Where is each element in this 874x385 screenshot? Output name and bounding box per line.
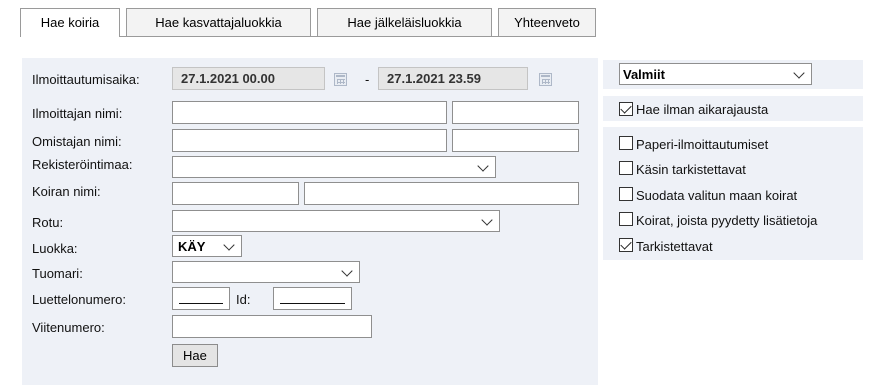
id-input[interactable]: [273, 287, 352, 310]
calendar-icon[interactable]: [334, 73, 347, 86]
ilmoittajan-nimi-label: Ilmoittajan nimi:: [32, 106, 123, 121]
tarkistettavat-label: Tarkistettavat: [636, 239, 713, 254]
status-select-value: Valmiit: [623, 67, 665, 82]
tab-hae-jalkelaisluokkia[interactable]: Hae jälkeläisluokkia: [317, 8, 492, 36]
calendar-icon[interactable]: [539, 73, 552, 86]
tab-yhteenveto[interactable]: Yhteenveto: [498, 8, 596, 36]
luokka-value: KÄY: [178, 239, 206, 254]
tarkistettavat-checkbox[interactable]: [619, 238, 633, 252]
tuomari-select[interactable]: [172, 261, 360, 283]
hae-ilman-aikarajausta-label: Hae ilman aikarajausta: [636, 102, 769, 117]
viitenumero-input[interactable]: [172, 315, 372, 338]
rotu-label: Rotu:: [32, 215, 64, 230]
input-underline: [280, 303, 345, 304]
paperi-ilmoittautumiset-label: Paperi-ilmoittautumiset: [636, 137, 769, 152]
hae-button[interactable]: Hae: [172, 344, 218, 367]
rotu-select[interactable]: [172, 210, 500, 232]
koirat-lisatietoja-label: Koirat, joista pyydetty lisätietoja: [636, 213, 818, 228]
koirat-lisatietoja-checkbox[interactable]: [619, 212, 633, 226]
tab-hae-koiria[interactable]: Hae koiria: [20, 8, 120, 37]
id-label: Id:: [236, 292, 251, 307]
koiran-nimi-extra-input[interactable]: [304, 182, 579, 205]
koiran-nimi-input[interactable]: [172, 182, 299, 205]
ilmoittajan-nimi-extra-input[interactable]: [452, 101, 579, 124]
ilmoittautumisaika-label: Ilmoittautumisaika:: [32, 72, 140, 87]
viitenumero-label: Viitenumero:: [32, 320, 105, 335]
tuomari-label: Tuomari:: [32, 266, 83, 281]
tab-label: Yhteenveto: [514, 15, 580, 30]
ilmoittajan-nimi-input[interactable]: [172, 101, 447, 124]
rekisterointimaa-select[interactable]: [172, 156, 496, 178]
chevron-down-icon: [793, 67, 805, 79]
suodata-valitun-maan-koirat-label: Suodata valitun maan koirat: [636, 188, 798, 203]
input-underline: [179, 303, 223, 304]
chevron-down-icon: [223, 239, 235, 251]
luokka-select[interactable]: KÄY: [172, 235, 242, 257]
tab-label: Hae koiria: [40, 15, 100, 30]
chevron-down-icon: [341, 265, 353, 277]
chevron-down-icon: [481, 214, 493, 226]
date-from-field[interactable]: 27.1.2021 00.00: [172, 67, 325, 90]
luettelonumero-label: Luettelonumero:: [32, 292, 126, 307]
omistajan-nimi-extra-input[interactable]: [452, 129, 579, 152]
kasin-tarkistettavat-label: Käsin tarkistettavat: [636, 162, 746, 177]
omistajan-nimi-label: Omistajan nimi:: [32, 134, 122, 149]
paperi-ilmoittautumiset-checkbox[interactable]: [619, 136, 633, 150]
date-separator: -: [365, 72, 370, 87]
tab-hae-kasvattajaluokkia[interactable]: Hae kasvattajaluokkia: [126, 8, 311, 36]
status-select[interactable]: Valmiit: [619, 63, 812, 85]
luettelonumero-input[interactable]: [172, 287, 230, 310]
rekisterointimaa-label: Rekisteröintimaa:: [32, 157, 133, 172]
luokka-label: Luokka:: [32, 241, 78, 256]
hae-ilman-aikarajausta-checkbox[interactable]: [619, 102, 633, 116]
chevron-down-icon: [477, 160, 489, 172]
koiran-nimi-label: Koiran nimi:: [32, 184, 101, 199]
kasin-tarkistettavat-checkbox[interactable]: [619, 161, 633, 175]
suodata-valitun-maan-koirat-checkbox[interactable]: [619, 187, 633, 201]
tab-label: Hae jälkeläisluokkia: [347, 15, 462, 30]
omistajan-nimi-input[interactable]: [172, 129, 447, 152]
tab-label: Hae kasvattajaluokkia: [155, 15, 282, 30]
date-to-field[interactable]: 27.1.2021 23.59: [378, 67, 528, 90]
